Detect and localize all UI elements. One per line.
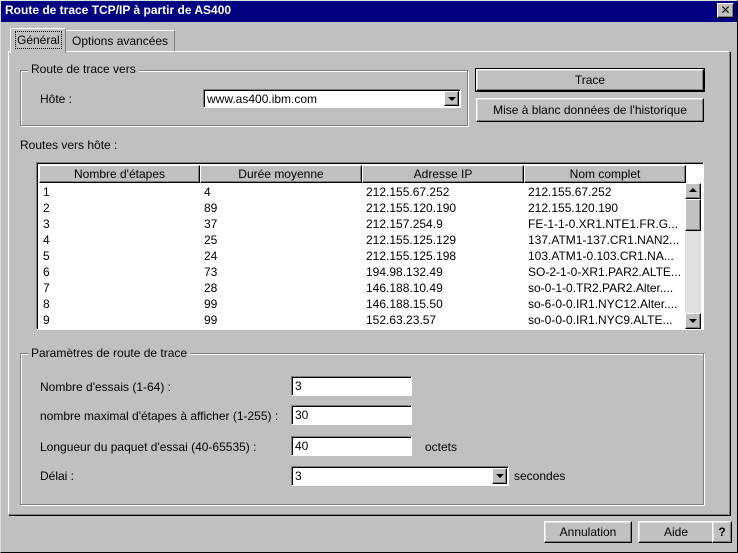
cell-avg-time: 99 <box>204 313 218 327</box>
column-header-full-name[interactable]: Nom complet <box>524 165 686 183</box>
cell-ip-address: 212.155.125.129 <box>366 233 457 247</box>
tab-advanced-options-label: Options avancées <box>72 34 169 48</box>
host-value: www.as400.ibm.com <box>207 92 318 106</box>
clear-history-button[interactable]: Mise à blanc données de l'historique <box>476 98 704 122</box>
host-dropdown-arrow-icon[interactable] <box>444 91 459 106</box>
cell-hops: 7 <box>43 281 50 295</box>
cell-avg-time: 4 <box>204 185 211 199</box>
packet-length-label: Longueur du paquet d'essai (40-65535) : <box>40 440 257 454</box>
cell-avg-time: 37 <box>204 217 218 231</box>
cell-ip-address: 212.155.125.198 <box>366 249 457 263</box>
cell-ip-address: 146.188.10.49 <box>366 281 443 295</box>
attempts-label: Nombre d'essais (1-64) : <box>40 380 172 394</box>
route-target-group-title: Route de trace vers <box>28 62 139 76</box>
cell-hops: 8 <box>43 297 50 311</box>
cell-full-name: FE-1-1-0.XR1.NTE1.FR.G... <box>528 217 679 231</box>
table-row[interactable]: 5 24 212.155.125.198 103.ATM1-0.103.CR1.NA.… <box>39 248 687 264</box>
tab-general[interactable]: Général <box>10 28 66 53</box>
timeout-value: 3 <box>295 469 302 483</box>
table-row[interactable]: 3 37 212.157.254.9 FE-1-1-0.XR1.NTE1.FR.G..… <box>39 216 687 232</box>
scroll-up-icon[interactable] <box>685 183 701 199</box>
cell-hops: 5 <box>43 249 50 263</box>
routes-vertical-scrollbar[interactable] <box>685 183 701 329</box>
timeout-label: Délai : <box>40 469 75 483</box>
attempts-value: 3 <box>295 379 302 393</box>
cell-full-name: 137.ATM1-137.CR1.NAN2... <box>528 233 680 247</box>
cell-ip-address: 146.188.15.50 <box>366 297 443 311</box>
routes-label: Routes vers hôte : <box>20 138 118 152</box>
timeout-unit-label: secondes <box>514 469 566 483</box>
routes-table[interactable]: Nombre d'étapes Durée moyenne Adresse IP… <box>36 162 704 330</box>
packet-unit-label: octets <box>425 440 458 454</box>
cell-avg-time: 73 <box>204 265 218 279</box>
column-header-avg-time[interactable]: Durée moyenne <box>200 165 362 183</box>
trace-params-group-title: Paramètres de route de trace <box>28 346 191 360</box>
attempts-input[interactable]: 3 <box>291 376 412 396</box>
host-combobox[interactable]: www.as400.ibm.com <box>203 89 461 108</box>
cell-avg-time: 24 <box>204 249 218 263</box>
cell-full-name: 212.155.120.190 <box>528 201 619 215</box>
cell-full-name: SO-2-1-0-XR1.PAR2.ALTE... <box>528 265 681 279</box>
cell-ip-address: 152.63.23.57 <box>366 313 437 327</box>
table-row[interactable]: 8 99 146.188.15.50 so-6-0-0.IR1.NYC12.Alter… <box>39 296 687 312</box>
context-help-button[interactable]: ? <box>712 521 732 543</box>
cell-hops: 2 <box>43 201 50 215</box>
scroll-down-icon[interactable] <box>685 313 701 329</box>
table-row[interactable]: 1 4 212.155.67.252 212.155.67.252 <box>39 184 687 200</box>
close-button[interactable]: ✕ <box>717 3 734 18</box>
timeout-dropdown-arrow-icon[interactable] <box>492 468 507 484</box>
cell-full-name: so-6-0-0.IR1.NYC12.Alter.... <box>528 297 678 311</box>
table-row[interactable]: 2 89 212.155.120.190 212.155.120.190 <box>39 200 687 216</box>
max-hops-input[interactable]: 30 <box>291 405 412 425</box>
cell-avg-time: 89 <box>204 201 218 215</box>
cell-ip-address: 212.155.120.190 <box>366 201 457 215</box>
cell-avg-time: 25 <box>204 233 218 247</box>
cell-ip-address: 212.157.254.9 <box>366 217 443 231</box>
cell-full-name: so-0-0-0.IR1.NYC9.ALTE... <box>528 313 673 327</box>
cell-avg-time: 99 <box>204 297 218 311</box>
scroll-thumb[interactable] <box>685 199 701 231</box>
cell-hops: 3 <box>43 217 50 231</box>
cell-full-name: so-0-1-0.TR2.PAR2.Alter.... <box>528 281 674 295</box>
column-header-ip-address[interactable]: Adresse IP <box>362 165 524 183</box>
packet-length-input[interactable]: 40 <box>291 436 412 456</box>
table-row[interactable]: 6 73 194.98.132.49 SO-2-1-0-XR1.PAR2.ALTE..… <box>39 264 687 280</box>
table-row[interactable]: 9 99 152.63.23.57 so-0-0-0.IR1.NYC9.ALTE... <box>39 312 687 328</box>
table-row[interactable]: 7 28 146.188.10.49 so-0-1-0.TR2.PAR2.Alter.… <box>39 280 687 296</box>
cell-hops: 4 <box>43 233 50 247</box>
cell-ip-address: 194.98.132.49 <box>366 265 443 279</box>
tab-advanced-options[interactable]: Options avancées <box>65 30 175 52</box>
cell-full-name: 103.ATM1-0.103.CR1.NA... <box>528 249 674 263</box>
help-button[interactable]: Aide <box>638 521 714 543</box>
table-row[interactable]: 4 25 212.155.125.129 137.ATM1-137.CR1.NAN2.… <box>39 232 687 248</box>
max-hops-label: nombre maximal d'étapes à afficher (1-25… <box>40 409 279 423</box>
title-bar: Route de trace TCP/IP à partir de AS400 … <box>0 0 738 22</box>
tab-general-label: Général <box>15 31 62 49</box>
max-hops-value: 30 <box>295 408 309 422</box>
host-label: Hôte : <box>40 92 73 106</box>
trace-button[interactable]: Trace <box>475 68 705 92</box>
packet-length-value: 40 <box>295 439 309 453</box>
cell-full-name: 212.155.67.252 <box>528 185 612 199</box>
cell-ip-address: 212.155.67.252 <box>366 185 450 199</box>
cancel-button[interactable]: Annulation <box>544 521 632 543</box>
cell-hops: 9 <box>43 313 50 327</box>
column-header-hops[interactable]: Nombre d'étapes <box>39 165 200 183</box>
cell-hops: 1 <box>43 185 50 199</box>
cell-hops: 6 <box>43 265 50 279</box>
cell-avg-time: 28 <box>204 281 218 295</box>
timeout-combobox[interactable]: 3 <box>291 466 509 486</box>
window-title: Route de trace TCP/IP à partir de AS400 <box>5 3 232 17</box>
